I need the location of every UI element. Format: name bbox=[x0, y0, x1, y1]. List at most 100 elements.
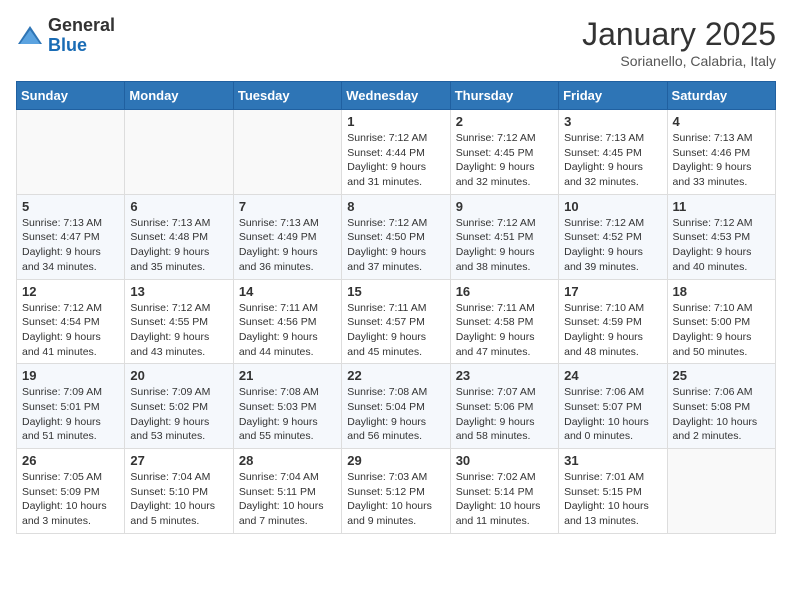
day-info: Sunrise: 7:03 AM Sunset: 5:12 PM Dayligh… bbox=[347, 470, 444, 529]
day-info: Sunrise: 7:11 AM Sunset: 4:56 PM Dayligh… bbox=[239, 301, 336, 360]
day-number: 1 bbox=[347, 114, 444, 129]
day-number: 11 bbox=[673, 199, 770, 214]
day-info: Sunrise: 7:13 AM Sunset: 4:49 PM Dayligh… bbox=[239, 216, 336, 275]
day-number: 4 bbox=[673, 114, 770, 129]
logo-general-text: General bbox=[48, 15, 115, 35]
calendar-cell: 11 Sunrise: 7:12 AM Sunset: 4:53 PM Dayli… bbox=[667, 194, 775, 279]
day-number: 6 bbox=[130, 199, 227, 214]
day-info: Sunrise: 7:11 AM Sunset: 4:58 PM Dayligh… bbox=[456, 301, 553, 360]
weekday-header-friday: Friday bbox=[559, 82, 667, 110]
day-info: Sunrise: 7:12 AM Sunset: 4:44 PM Dayligh… bbox=[347, 131, 444, 190]
day-number: 13 bbox=[130, 284, 227, 299]
day-number: 9 bbox=[456, 199, 553, 214]
day-info: Sunrise: 7:13 AM Sunset: 4:45 PM Dayligh… bbox=[564, 131, 661, 190]
calendar-cell: 28Sunrise: 7:04 AM Sunset: 5:11 PM Dayli… bbox=[233, 449, 341, 534]
calendar-cell: 3 Sunrise: 7:13 AM Sunset: 4:45 PM Daylig… bbox=[559, 110, 667, 195]
day-info: Sunrise: 7:01 AM Sunset: 5:15 PM Dayligh… bbox=[564, 470, 661, 529]
calendar-cell: 16 Sunrise: 7:11 AM Sunset: 4:58 PM Dayli… bbox=[450, 279, 558, 364]
day-info: Sunrise: 7:12 AM Sunset: 4:53 PM Dayligh… bbox=[673, 216, 770, 275]
day-number: 18 bbox=[673, 284, 770, 299]
calendar-week-row: 19Sunrise: 7:09 AM Sunset: 5:01 PM Dayli… bbox=[17, 364, 776, 449]
calendar-header-row: SundayMondayTuesdayWednesdayThursdayFrid… bbox=[17, 82, 776, 110]
day-number: 12 bbox=[22, 284, 119, 299]
day-info: Sunrise: 7:06 AM Sunset: 5:08 PM Dayligh… bbox=[673, 385, 770, 444]
day-number: 25 bbox=[673, 368, 770, 383]
logo-blue-text: Blue bbox=[48, 35, 87, 55]
day-info: Sunrise: 7:12 AM Sunset: 4:45 PM Dayligh… bbox=[456, 131, 553, 190]
calendar-cell: 31 Sunrise: 7:01 AM Sunset: 5:15 PM Dayli… bbox=[559, 449, 667, 534]
day-info: Sunrise: 7:10 AM Sunset: 4:59 PM Dayligh… bbox=[564, 301, 661, 360]
day-number: 16 bbox=[456, 284, 553, 299]
calendar-cell: 7 Sunrise: 7:13 AM Sunset: 4:49 PM Daylig… bbox=[233, 194, 341, 279]
calendar-cell: 2 Sunrise: 7:12 AM Sunset: 4:45 PM Daylig… bbox=[450, 110, 558, 195]
day-info: Sunrise: 7:12 AM Sunset: 4:52 PM Dayligh… bbox=[564, 216, 661, 275]
calendar-cell: 29 Sunrise: 7:03 AM Sunset: 5:12 PM Dayli… bbox=[342, 449, 450, 534]
day-number: 30 bbox=[456, 453, 553, 468]
day-info: Sunrise: 7:08 AM Sunset: 5:03 PM Dayligh… bbox=[239, 385, 336, 444]
calendar-cell: 6 Sunrise: 7:13 AM Sunset: 4:48 PM Daylig… bbox=[125, 194, 233, 279]
day-info: Sunrise: 7:12 AM Sunset: 4:54 PM Dayligh… bbox=[22, 301, 119, 360]
day-number: 20 bbox=[130, 368, 227, 383]
calendar-cell: 10Sunrise: 7:12 AM Sunset: 4:52 PM Dayli… bbox=[559, 194, 667, 279]
calendar-cell: 21 Sunrise: 7:08 AM Sunset: 5:03 PM Dayli… bbox=[233, 364, 341, 449]
calendar-cell: 18 Sunrise: 7:10 AM Sunset: 5:00 PM Dayli… bbox=[667, 279, 775, 364]
calendar-cell: 19Sunrise: 7:09 AM Sunset: 5:01 PM Dayli… bbox=[17, 364, 125, 449]
calendar-cell: 30 Sunrise: 7:02 AM Sunset: 5:14 PM Dayli… bbox=[450, 449, 558, 534]
calendar-cell: 22 Sunrise: 7:08 AM Sunset: 5:04 PM Dayli… bbox=[342, 364, 450, 449]
day-info: Sunrise: 7:09 AM Sunset: 5:02 PM Dayligh… bbox=[130, 385, 227, 444]
day-number: 29 bbox=[347, 453, 444, 468]
weekday-header-tuesday: Tuesday bbox=[233, 82, 341, 110]
day-number: 8 bbox=[347, 199, 444, 214]
calendar-week-row: 26 Sunrise: 7:05 AM Sunset: 5:09 PM Dayli… bbox=[17, 449, 776, 534]
calendar-cell: 20 Sunrise: 7:09 AM Sunset: 5:02 PM Dayli… bbox=[125, 364, 233, 449]
day-info: Sunrise: 7:07 AM Sunset: 5:06 PM Dayligh… bbox=[456, 385, 553, 444]
calendar-cell: 9Sunrise: 7:12 AM Sunset: 4:51 PM Daylig… bbox=[450, 194, 558, 279]
calendar-cell: 4Sunrise: 7:13 AM Sunset: 4:46 PM Daylig… bbox=[667, 110, 775, 195]
day-number: 23 bbox=[456, 368, 553, 383]
day-number: 22 bbox=[347, 368, 444, 383]
calendar-cell: 15 Sunrise: 7:11 AM Sunset: 4:57 PM Dayli… bbox=[342, 279, 450, 364]
weekday-header-saturday: Saturday bbox=[667, 82, 775, 110]
logo-icon bbox=[16, 22, 44, 50]
calendar-cell bbox=[125, 110, 233, 195]
weekday-header-wednesday: Wednesday bbox=[342, 82, 450, 110]
calendar-table: SundayMondayTuesdayWednesdayThursdayFrid… bbox=[16, 81, 776, 534]
calendar-cell: 8 Sunrise: 7:12 AM Sunset: 4:50 PM Daylig… bbox=[342, 194, 450, 279]
day-number: 7 bbox=[239, 199, 336, 214]
day-number: 24 bbox=[564, 368, 661, 383]
day-info: Sunrise: 7:12 AM Sunset: 4:55 PM Dayligh… bbox=[130, 301, 227, 360]
day-number: 2 bbox=[456, 114, 553, 129]
title-block: January 2025 Sorianello, Calabria, Italy bbox=[582, 16, 776, 69]
day-info: Sunrise: 7:08 AM Sunset: 5:04 PM Dayligh… bbox=[347, 385, 444, 444]
month-title: January 2025 bbox=[582, 16, 776, 53]
day-info: Sunrise: 7:13 AM Sunset: 4:48 PM Dayligh… bbox=[130, 216, 227, 275]
day-number: 21 bbox=[239, 368, 336, 383]
page-header: General Blue January 2025 Sorianello, Ca… bbox=[16, 16, 776, 69]
day-info: Sunrise: 7:05 AM Sunset: 5:09 PM Dayligh… bbox=[22, 470, 119, 529]
weekday-header-thursday: Thursday bbox=[450, 82, 558, 110]
day-info: Sunrise: 7:13 AM Sunset: 4:47 PM Dayligh… bbox=[22, 216, 119, 275]
calendar-cell: 1 Sunrise: 7:12 AM Sunset: 4:44 PM Daylig… bbox=[342, 110, 450, 195]
day-info: Sunrise: 7:10 AM Sunset: 5:00 PM Dayligh… bbox=[673, 301, 770, 360]
day-number: 5 bbox=[22, 199, 119, 214]
day-info: Sunrise: 7:02 AM Sunset: 5:14 PM Dayligh… bbox=[456, 470, 553, 529]
day-info: Sunrise: 7:06 AM Sunset: 5:07 PM Dayligh… bbox=[564, 385, 661, 444]
calendar-cell: 5 Sunrise: 7:13 AM Sunset: 4:47 PM Daylig… bbox=[17, 194, 125, 279]
weekday-header-sunday: Sunday bbox=[17, 82, 125, 110]
day-number: 31 bbox=[564, 453, 661, 468]
calendar-cell: 12 Sunrise: 7:12 AM Sunset: 4:54 PM Dayli… bbox=[17, 279, 125, 364]
calendar-cell: 24 Sunrise: 7:06 AM Sunset: 5:07 PM Dayli… bbox=[559, 364, 667, 449]
day-number: 27 bbox=[130, 453, 227, 468]
day-number: 15 bbox=[347, 284, 444, 299]
calendar-cell bbox=[667, 449, 775, 534]
day-info: Sunrise: 7:11 AM Sunset: 4:57 PM Dayligh… bbox=[347, 301, 444, 360]
day-number: 3 bbox=[564, 114, 661, 129]
logo: General Blue bbox=[16, 16, 115, 56]
day-number: 17 bbox=[564, 284, 661, 299]
calendar-week-row: 5 Sunrise: 7:13 AM Sunset: 4:47 PM Daylig… bbox=[17, 194, 776, 279]
day-number: 14 bbox=[239, 284, 336, 299]
day-number: 26 bbox=[22, 453, 119, 468]
calendar-week-row: 12 Sunrise: 7:12 AM Sunset: 4:54 PM Dayli… bbox=[17, 279, 776, 364]
day-info: Sunrise: 7:09 AM Sunset: 5:01 PM Dayligh… bbox=[22, 385, 119, 444]
day-info: Sunrise: 7:12 AM Sunset: 4:50 PM Dayligh… bbox=[347, 216, 444, 275]
